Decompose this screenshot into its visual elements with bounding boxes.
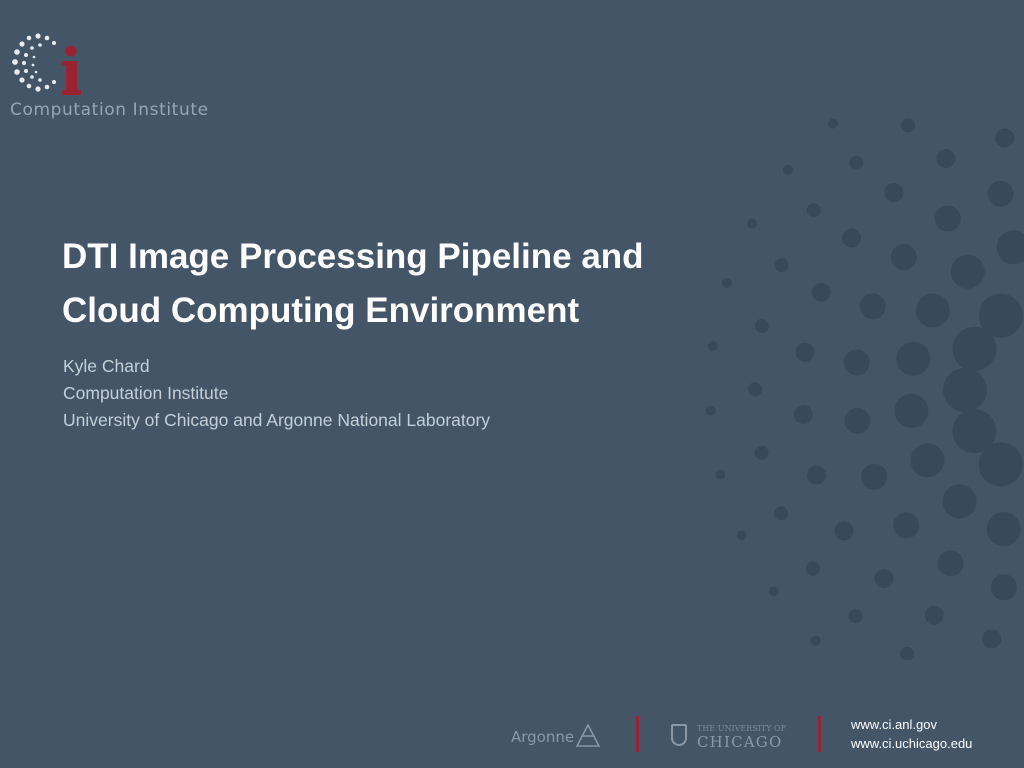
- argonne-logo-text: Argonne: [511, 728, 575, 746]
- ci-logo-icon: [12, 33, 81, 95]
- decorative-dot: [943, 368, 987, 412]
- decorative-dot: [987, 180, 1014, 207]
- decorative-dot: [747, 218, 758, 229]
- uchicago-logo: THE UNIVERSITY OF CHICAGO: [671, 722, 801, 752]
- decorative-dot: [901, 118, 916, 133]
- decorative-dot: [774, 506, 789, 521]
- argonne-logo: Argonne: [511, 722, 611, 752]
- decorative-dot: [910, 443, 945, 478]
- slide-subtitle: Kyle Chard Computation Institute Univers…: [63, 353, 490, 434]
- ci-logo: Computation Institute: [10, 30, 240, 130]
- decorative-dot: [874, 569, 894, 589]
- decorative-dot: [844, 407, 871, 434]
- decorative-dot: [805, 561, 820, 576]
- decorative-dot: [899, 646, 914, 660]
- decorative-dot: [859, 293, 886, 320]
- decorative-dot: [936, 149, 956, 168]
- decorative-dot: [982, 629, 1002, 649]
- decorative-dot: [884, 183, 904, 202]
- decorative-dot: [806, 203, 821, 218]
- decorative-dot: [849, 155, 864, 170]
- decorative-dot: [893, 512, 920, 539]
- author-institute: Computation Institute: [63, 383, 229, 403]
- decorative-dot: [736, 530, 747, 541]
- decorative-dot: [990, 574, 1017, 601]
- decorative-dot: [707, 341, 718, 351]
- decorative-dot: [748, 382, 762, 397]
- decorative-dot: [848, 609, 863, 624]
- slide-title-line-1: DTI Image Processing Pipeline and: [62, 237, 644, 276]
- decorative-dot: [811, 282, 831, 302]
- footer-urls: www.ci.anl.gov www.ci.uchicago.edu: [851, 715, 972, 753]
- author-name: Kyle Chard: [63, 356, 150, 376]
- uchicago-logo-small-text: THE UNIVERSITY OF: [697, 724, 787, 733]
- decorative-dot: [996, 230, 1024, 265]
- decorative-dot: [937, 550, 964, 577]
- decorative-dot: [952, 409, 997, 454]
- uchicago-shield-icon: [671, 724, 687, 746]
- decorative-dot: [774, 258, 789, 273]
- decorative-dot: [995, 128, 1015, 148]
- footer-divider-2: [818, 716, 821, 752]
- decorative-dot: [861, 463, 888, 490]
- decorative-dot: [810, 635, 821, 646]
- uchicago-logo-text: CHICAGO: [697, 733, 783, 751]
- decorative-dot: [942, 484, 977, 519]
- argonne-mark-icon: [575, 723, 601, 747]
- decorative-dot: [915, 293, 950, 328]
- slide: Computation Institute DTI Image Processi…: [0, 0, 1024, 768]
- decorative-dot: [715, 469, 726, 480]
- decorative-dot: [924, 605, 944, 625]
- slide-title: DTI Image Processing Pipeline and Cloud …: [62, 230, 742, 338]
- decorative-dot: [934, 205, 961, 232]
- decorative-dot: [782, 164, 793, 175]
- url-anl[interactable]: www.ci.anl.gov: [851, 715, 972, 734]
- decorative-dot: [828, 118, 838, 129]
- decorative-dot-pattern: [705, 118, 1024, 660]
- slide-title-line-2: Cloud Computing Environment: [62, 291, 580, 330]
- decorative-dot: [705, 405, 716, 416]
- ci-logo-text: Computation Institute: [10, 100, 209, 120]
- decorative-dot: [894, 393, 929, 428]
- decorative-dot: [834, 521, 854, 541]
- decorative-dot: [890, 244, 917, 271]
- footer-divider-1: [636, 716, 639, 752]
- decorative-dot: [754, 318, 769, 333]
- decorative-dot: [795, 342, 815, 362]
- url-uchicago[interactable]: www.ci.uchicago.edu: [851, 734, 972, 753]
- decorative-dot: [842, 228, 861, 248]
- decorative-dot: [793, 405, 813, 424]
- decorative-dot: [978, 293, 1023, 338]
- decorative-dot: [986, 512, 1021, 546]
- decorative-dot: [896, 341, 931, 376]
- decorative-dot: [754, 445, 769, 460]
- decorative-dot: [950, 254, 985, 289]
- decorative-dot: [843, 349, 870, 376]
- decorative-dot: [768, 586, 779, 597]
- decorative-dot: [807, 465, 826, 485]
- author-affiliation: University of Chicago and Argonne Nation…: [63, 410, 491, 430]
